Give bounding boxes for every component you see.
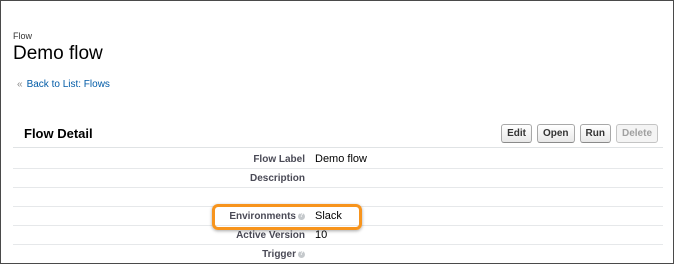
run-button[interactable]: Run [579, 124, 611, 143]
edit-button[interactable]: Edit [501, 124, 532, 143]
field-row-active-version: Active Version 10 [13, 226, 663, 245]
detail-section-header: Flow Detail Edit Open Run Delete [13, 118, 663, 148]
section-title: Flow Detail [24, 126, 93, 141]
double-chevron-left-icon: « [17, 79, 23, 90]
breadcrumb: « Back to List: Flows [17, 79, 110, 90]
detail-fields: Flow Label Demo flow Description Environ… [13, 150, 663, 264]
help-icon[interactable]: ? [298, 213, 305, 220]
field-label: Active Version [236, 230, 305, 241]
page-header: Flow Demo flow [13, 31, 103, 65]
field-value: 10 [315, 229, 328, 241]
field-label: Description [249, 173, 305, 184]
record-type-label: Flow [13, 31, 33, 41]
open-button[interactable]: Open [536, 124, 575, 143]
field-row-blank [13, 188, 663, 207]
field-row-environments: Environments? Slack [13, 207, 663, 226]
field-value: Slack [315, 210, 342, 222]
delete-button: Delete [615, 124, 658, 143]
field-row-flow-label: Flow Label Demo flow [13, 150, 663, 169]
page-title: Demo flow [13, 43, 103, 64]
field-label: Environments? [229, 211, 305, 222]
field-row-trigger: Trigger? [13, 245, 663, 264]
field-row-description: Description [13, 169, 663, 188]
window-frame: Flow Demo flow « Back to List: Flows Flo… [0, 0, 674, 264]
field-value: Demo flow [315, 153, 367, 165]
help-icon[interactable]: ? [298, 251, 305, 258]
field-label: Trigger? [262, 249, 305, 260]
back-to-list-link[interactable]: Back to List: Flows [27, 79, 110, 90]
detail-button-group: Edit Open Run Delete [501, 124, 658, 143]
field-label: Flow Label [253, 154, 305, 165]
